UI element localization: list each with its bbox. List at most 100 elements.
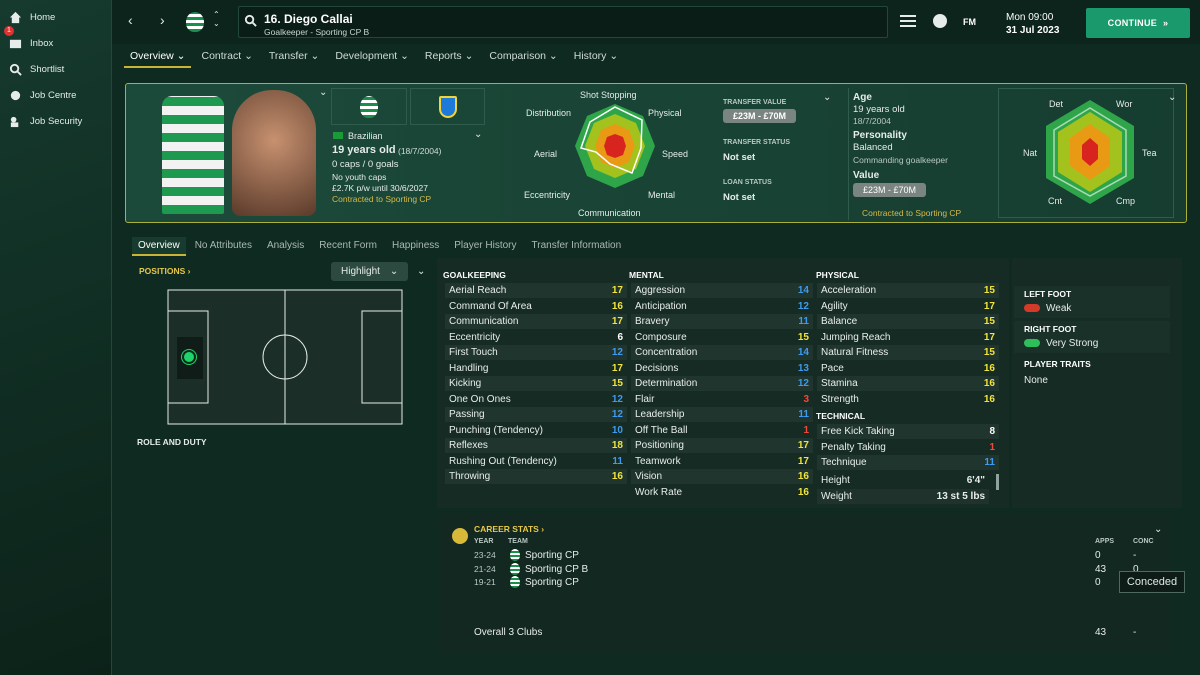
youth-caps: No youth caps xyxy=(332,172,387,182)
attribute-name: Communication xyxy=(449,316,519,327)
col-year: YEAR xyxy=(474,538,494,545)
attribute-value: 15 xyxy=(983,285,995,296)
attribute-row: Teamwork 17 xyxy=(631,454,813,469)
highlight-dropdown[interactable]: Highlight ⌄ xyxy=(331,262,408,281)
continue-button[interactable]: CONTINUE» xyxy=(1086,8,1190,38)
sidebar-item-job-centre[interactable]: Job Centre xyxy=(0,82,111,108)
scrollbar[interactable] xyxy=(996,474,999,490)
subtab-no-attributes[interactable]: No Attributes xyxy=(189,237,258,256)
attribute-name: Acceleration xyxy=(821,285,877,296)
up-down-chevron-icon[interactable]: ⌃ ⌄ xyxy=(213,10,220,28)
attribute-name: Balance xyxy=(821,316,858,327)
attribute-name: Anticipation xyxy=(635,300,687,312)
wage: £2.7K p/w until 30/6/2027 xyxy=(332,183,428,193)
conceded-tooltip: Conceded xyxy=(1119,571,1185,593)
sidebar-item-home[interactable]: Home xyxy=(0,4,111,30)
attribute-value: 1 xyxy=(803,424,809,436)
role-description: Commanding goalkeeper xyxy=(853,155,948,165)
tab-transfer[interactable]: Transfer ⌄ xyxy=(263,46,325,68)
attribute-name: Reflexes xyxy=(449,440,488,451)
menu-icon[interactable] xyxy=(900,15,916,27)
tab-comparison[interactable]: Comparison ⌄ xyxy=(483,46,563,68)
attribute-row: Communication 17 xyxy=(445,314,627,329)
chevron-down-icon[interactable]: ⌄ xyxy=(474,129,482,140)
club-crest-box[interactable] xyxy=(331,88,407,125)
game-date: Mon 09:00 31 Jul 2023 xyxy=(1006,12,1060,36)
player-traits-label: PLAYER TRAITS xyxy=(1024,359,1091,369)
attribute-name: Throwing xyxy=(449,471,491,482)
sidebar-item-shortlist[interactable]: Shortlist xyxy=(0,56,111,82)
forward-icon[interactable]: › xyxy=(160,12,165,28)
fm-logo[interactable]: FM xyxy=(963,17,976,27)
transfer-value-badge: £23M - £70M xyxy=(723,109,797,123)
attribute-value: 17 xyxy=(611,316,623,327)
sidebar-item-label: Shortlist xyxy=(30,63,65,75)
sidebar-item-inbox[interactable]: 1 Inbox xyxy=(0,26,111,56)
club-crest-icon xyxy=(360,95,378,118)
attribute-row: Determination 12 xyxy=(631,376,813,391)
col-conc: CONC xyxy=(1133,538,1154,545)
attribute-name: Bravery xyxy=(635,316,670,327)
attribute-row: Concentration 14 xyxy=(631,345,813,360)
attribute-row: Pace 16 xyxy=(817,361,999,376)
attribute-row: Composure 15 xyxy=(631,330,813,345)
attribute-name: Agility xyxy=(821,300,848,312)
attribute-value: 16 xyxy=(983,378,995,389)
tab-contract[interactable]: Contract ⌄ xyxy=(195,46,258,68)
subtab-analysis[interactable]: Analysis xyxy=(261,237,310,256)
attribute-row: Vision 16 xyxy=(631,469,813,484)
tab-development[interactable]: Development ⌄ xyxy=(329,46,415,68)
career-stats-link[interactable]: CAREER STATS › xyxy=(474,524,544,534)
dob-value: 18/7/2004 xyxy=(853,116,891,126)
left-foot-label: LEFT FOOT xyxy=(1024,289,1072,299)
chevron-down-icon[interactable]: ⌄ xyxy=(1154,524,1162,535)
tab-history[interactable]: History ⌄ xyxy=(568,46,624,68)
home-icon xyxy=(8,10,22,24)
attribute-value: 15 xyxy=(983,347,995,358)
attribute-name: Off The Ball xyxy=(635,424,688,436)
transfer-value-label: TRANSFER VALUE xyxy=(723,99,787,106)
contract-status[interactable]: Contracted to Sporting CP xyxy=(332,194,431,204)
subtab-player-history[interactable]: Player History xyxy=(448,237,522,256)
positions-link[interactable]: POSITIONS › xyxy=(139,266,191,276)
pitch-map xyxy=(167,289,403,425)
club-crest-icon[interactable] xyxy=(186,12,204,32)
attribute-value: 11 xyxy=(798,316,809,327)
subtab-transfer-information[interactable]: Transfer Information xyxy=(526,237,628,256)
club-crest-icon xyxy=(510,549,520,561)
sidebar-item-job-security[interactable]: Job Security xyxy=(0,108,111,134)
attribute-row: Strength 16 xyxy=(817,392,999,407)
attribute-row: Kicking 15 xyxy=(445,376,627,391)
subtab-overview[interactable]: Overview xyxy=(132,237,186,256)
radar-label: Nat xyxy=(1023,148,1038,158)
subtab-happiness[interactable]: Happiness xyxy=(386,237,445,256)
dob: (18/7/2004) xyxy=(398,146,442,156)
attribute-value: 17 xyxy=(611,362,623,374)
contract-status[interactable]: Contracted to Sporting CP xyxy=(862,208,961,218)
search-icon[interactable] xyxy=(244,14,257,30)
radar-label: Communication xyxy=(578,208,641,218)
nation-crest-box[interactable] xyxy=(410,88,485,125)
transfer-status: Not set xyxy=(723,152,756,163)
attribute-value: 15 xyxy=(611,378,623,389)
career-year: 21-24 xyxy=(474,563,496,574)
chevron-down-icon[interactable]: ⌄ xyxy=(1168,92,1176,103)
chevron-down-icon[interactable]: ⌄ xyxy=(417,266,425,277)
back-icon[interactable]: ‹ xyxy=(128,12,133,28)
radar-label: Cmp xyxy=(1116,196,1136,206)
attribute-row: Command Of Area 16 xyxy=(445,299,627,314)
attribute-name: Teamwork xyxy=(635,455,681,467)
attribute-value: 12 xyxy=(797,300,809,312)
club-badge-icon[interactable] xyxy=(933,14,947,28)
chevron-down-icon[interactable]: ⌄ xyxy=(319,87,327,98)
loan-status-label: LOAN STATUS xyxy=(723,179,772,186)
career-year: 23-24 xyxy=(474,550,496,560)
player-position-marker[interactable] xyxy=(182,350,196,364)
subtab-recent-form[interactable]: Recent Form xyxy=(313,237,383,256)
col-apps: APPS xyxy=(1095,538,1115,545)
tab-reports[interactable]: Reports ⌄ xyxy=(419,46,479,68)
tab-overview[interactable]: Overview ⌄ xyxy=(124,46,192,68)
radar-label: Distribution xyxy=(526,108,572,118)
attribute-name: Penalty Taking xyxy=(821,441,886,453)
chevron-down-icon[interactable]: ⌄ xyxy=(823,92,831,103)
